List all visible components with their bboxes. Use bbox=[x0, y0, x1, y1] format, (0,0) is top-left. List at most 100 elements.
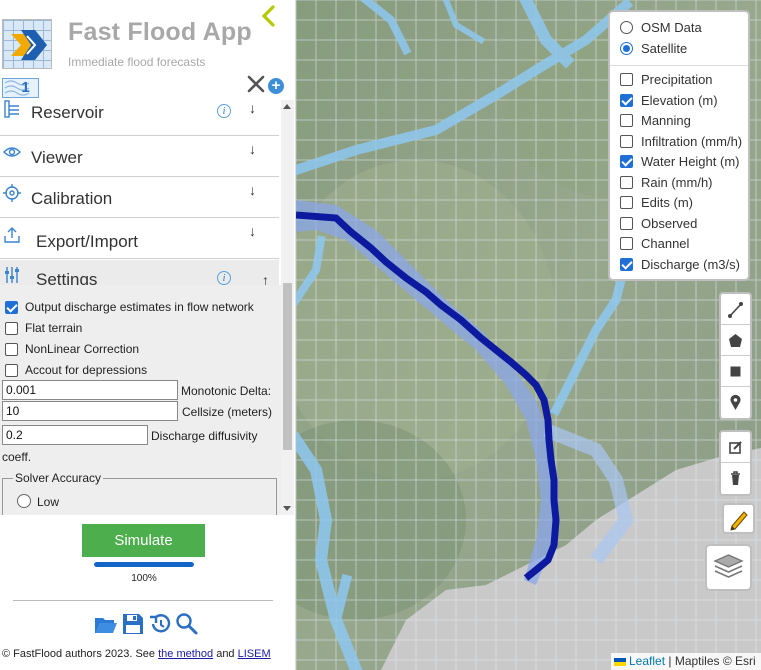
overlay-label: Rain (mm/h) bbox=[641, 175, 713, 190]
base-layer-osm[interactable]: OSM Data bbox=[620, 20, 702, 35]
checkbox-label: Flat terrain bbox=[25, 321, 83, 335]
overlay-checkbox[interactable] bbox=[620, 94, 633, 107]
section-reservoir[interactable]: Reservoir i ↓ bbox=[0, 100, 279, 136]
attribution-text: | Maptiles © Esri bbox=[665, 654, 756, 668]
footer: © FastFlood authors 2023. See the method… bbox=[2, 648, 271, 660]
checkbox-box[interactable] bbox=[5, 321, 18, 335]
expand-arrow-icon[interactable]: ↓ bbox=[249, 182, 256, 198]
overlay-checkbox[interactable] bbox=[620, 135, 633, 148]
overlay-checkbox[interactable] bbox=[620, 258, 633, 271]
section-calibration-label: Calibration bbox=[31, 189, 113, 208]
section-export-import[interactable]: Export/Import ↓ bbox=[0, 219, 279, 259]
tab-badge[interactable]: 1 bbox=[2, 78, 39, 98]
discharge-diffusivity-label: Discharge diffusivity bbox=[151, 429, 258, 443]
section-viewer[interactable]: Viewer ↓ bbox=[0, 137, 279, 177]
map-attribution: Leaflet | Maptiles © Esri bbox=[611, 653, 761, 670]
overlay-checkbox[interactable] bbox=[620, 176, 633, 189]
lisem-link[interactable]: LISEM bbox=[238, 648, 271, 660]
overlay-checkbox[interactable] bbox=[620, 114, 633, 127]
scroll-down-arrow-icon[interactable] bbox=[283, 506, 291, 511]
overlay-label: Precipitation bbox=[641, 72, 713, 87]
rectangle-icon[interactable] bbox=[721, 356, 750, 387]
overlay-elevation[interactable]: Elevation (m) bbox=[620, 93, 718, 108]
discharge-diffusivity-input[interactable]: 0.2 bbox=[2, 425, 148, 445]
checkbox-depressions[interactable]: Accout for depressions bbox=[5, 363, 147, 377]
overlay-checkbox[interactable] bbox=[620, 155, 633, 168]
checkbox-box[interactable] bbox=[5, 363, 18, 377]
progress-bar bbox=[94, 562, 194, 567]
overlay-channel[interactable]: Channel bbox=[620, 236, 689, 251]
progress-fill bbox=[94, 562, 194, 567]
overlay-manning[interactable]: Manning bbox=[620, 113, 691, 128]
scroll-up-arrow-icon[interactable] bbox=[283, 104, 291, 109]
progress-text: 100% bbox=[131, 573, 157, 584]
app-logo bbox=[2, 19, 52, 69]
monotonic-delta-label: Monotonic Delta: bbox=[181, 384, 272, 398]
expand-arrow-icon[interactable]: ↓ bbox=[249, 223, 256, 239]
cellsize-input[interactable]: 10 bbox=[2, 401, 178, 421]
close-icon[interactable] bbox=[246, 74, 266, 96]
history-icon[interactable] bbox=[148, 612, 172, 636]
discharge-diffusivity-label-cont: coeff. bbox=[2, 450, 32, 464]
overlay-precipitation[interactable]: Precipitation bbox=[620, 72, 713, 87]
radio-satellite[interactable] bbox=[620, 42, 633, 55]
layers-icon[interactable] bbox=[705, 544, 752, 591]
method-link[interactable]: the method bbox=[158, 648, 213, 660]
checkbox-flat-terrain[interactable]: Flat terrain bbox=[5, 321, 82, 335]
radio-low[interactable] bbox=[17, 494, 31, 508]
overlay-water-height[interactable]: Water Height (m) bbox=[620, 154, 739, 169]
search-icon[interactable] bbox=[175, 612, 199, 636]
target-icon bbox=[3, 184, 21, 202]
checkbox-output-discharge[interactable]: Output discharge estimates in flow netwo… bbox=[5, 300, 254, 314]
marker-icon[interactable] bbox=[721, 387, 750, 418]
overlay-infiltration[interactable]: Infiltration (mm/h) bbox=[620, 134, 742, 149]
checkbox-nonlinear-correction[interactable]: NonLinear Correction bbox=[5, 342, 139, 356]
overlay-checkbox[interactable] bbox=[620, 196, 633, 209]
radio-osm[interactable] bbox=[620, 21, 633, 34]
expand-arrow-icon[interactable]: ↓ bbox=[249, 100, 256, 116]
section-viewer-label: Viewer bbox=[31, 148, 83, 167]
simulate-button[interactable]: Simulate bbox=[82, 524, 205, 557]
layer-control-panel: OSM Data Satellite Precipitation Elevati… bbox=[608, 10, 750, 281]
overlay-label: Observed bbox=[641, 216, 698, 231]
section-calibration[interactable]: Calibration ↓ bbox=[0, 178, 279, 218]
add-icon[interactable]: + bbox=[268, 78, 284, 94]
overlay-label: Channel bbox=[641, 236, 690, 251]
checkbox-box[interactable] bbox=[5, 342, 18, 356]
overlay-checkbox[interactable] bbox=[620, 73, 633, 86]
footer-mid: and bbox=[213, 648, 238, 660]
trash-icon[interactable] bbox=[721, 463, 750, 494]
base-layer-label: OSM Data bbox=[641, 20, 702, 35]
overlay-edits[interactable]: Edits (m) bbox=[620, 195, 693, 210]
edit-icon[interactable] bbox=[721, 432, 750, 463]
info-icon[interactable]: i bbox=[217, 104, 231, 118]
polygon-icon[interactable] bbox=[721, 325, 750, 356]
pencil-icon[interactable] bbox=[722, 503, 755, 534]
save-icon[interactable] bbox=[121, 612, 145, 636]
app-title: Fast Flood App bbox=[68, 18, 252, 46]
panel-scrollbar[interactable] bbox=[281, 100, 294, 515]
overlay-discharge[interactable]: Discharge (m3/s) bbox=[620, 257, 740, 272]
overlay-label: Edits (m) bbox=[641, 195, 693, 210]
overlay-checkbox[interactable] bbox=[620, 217, 633, 230]
base-layer-satellite[interactable]: Satellite bbox=[620, 41, 687, 56]
overlay-checkbox[interactable] bbox=[620, 237, 633, 250]
info-icon[interactable]: i bbox=[217, 271, 231, 285]
overlay-observed[interactable]: Observed bbox=[620, 216, 697, 231]
polyline-icon[interactable] bbox=[721, 294, 750, 325]
leaflet-link[interactable]: Leaflet bbox=[629, 654, 665, 668]
monotonic-delta-input[interactable]: 0.001 bbox=[2, 380, 178, 400]
cellsize-label: Cellsize (meters) bbox=[182, 405, 273, 419]
ukraine-flag-icon bbox=[614, 657, 626, 666]
eye-icon bbox=[3, 147, 21, 157]
checkbox-box[interactable] bbox=[5, 300, 18, 314]
expand-arrow-icon[interactable]: ↓ bbox=[249, 141, 256, 157]
collapse-panel-button[interactable] bbox=[259, 4, 279, 30]
layer-separator bbox=[610, 65, 748, 66]
overlay-rain[interactable]: Rain (mm/h) bbox=[620, 175, 713, 190]
scroll-thumb[interactable] bbox=[283, 283, 292, 450]
export-icon bbox=[4, 227, 20, 243]
sliders-icon bbox=[5, 267, 19, 283]
folder-open-icon[interactable] bbox=[94, 612, 118, 636]
checkbox-label: Accout for depressions bbox=[25, 363, 148, 377]
